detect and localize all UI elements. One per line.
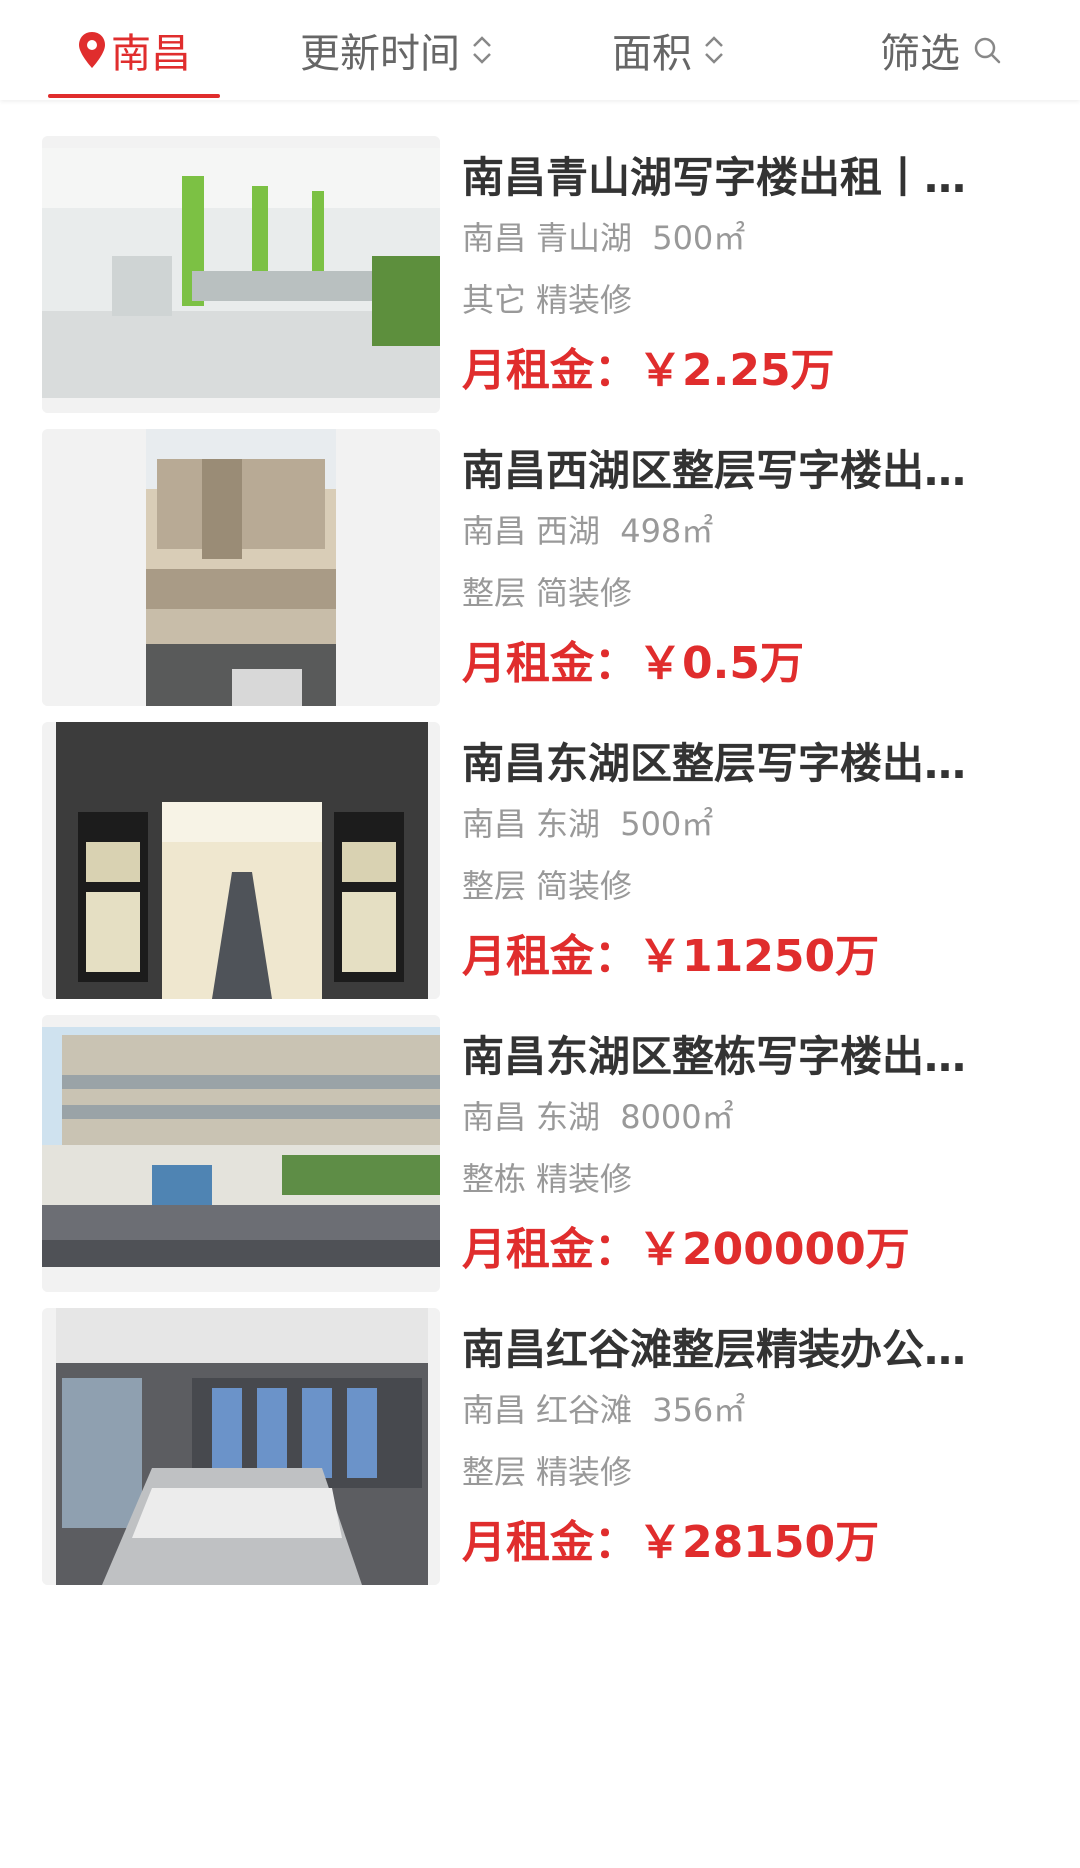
listing-type: 整层 [462,1453,527,1491]
listing-district: 东湖 [536,1098,601,1136]
listing-decoration: 简装修 [536,867,633,905]
listing-city: 南昌 [462,512,527,550]
listing-city: 南昌 [462,219,527,257]
price-value: ￥2.25万 [638,345,835,396]
listing-card[interactable]: 南昌红谷滩整层精装办公… 南昌 红谷滩 356㎡ 整层 精装修 月租金：￥28150… [0,1272,1080,1621]
listing-photo[interactable] [42,429,440,706]
location-pin-icon [79,32,105,68]
listing-photo[interactable] [42,722,440,999]
listing-type: 其它 [462,281,527,319]
listing-city: 南昌 [462,1391,527,1429]
listing-district: 青山湖 [536,219,633,257]
listing-district: 东湖 [536,805,601,843]
listing-type: 整层 [462,574,527,612]
listing-price: 月租金：￥28150万 [462,1508,879,1578]
price-label: 月租金： [462,931,638,982]
listing-area: 500㎡ [652,219,746,257]
price-label: 月租金： [462,638,638,689]
listing-title[interactable]: 南昌东湖区整栋写字楼出… [462,1027,1002,1087]
price-label: 月租金： [462,1224,638,1275]
tab-update-time-label: 更新时间 [300,31,460,77]
meeting-room-photo [42,1308,440,1585]
price-label: 月租金： [462,1517,638,1568]
tab-area[interactable]: 面积 [612,0,726,100]
tab-filter[interactable]: 筛选 [880,0,1002,100]
listing-district: 西湖 [536,512,601,550]
price-value: ￥11250万 [638,931,880,982]
listing-title[interactable]: 南昌东湖区整层写字楼出… [462,734,1002,794]
listing-area: 8000㎡ [620,1098,734,1136]
listing-attributes: 整层 精装修 [462,1450,1022,1494]
listing-type: 整层 [462,867,527,905]
price-value: ￥200000万 [638,1224,910,1275]
office-building-photo [42,1015,440,1292]
listing-area: 356㎡ [652,1391,746,1429]
price-value: ￥0.5万 [638,638,804,689]
listing-attributes: 整层 简装修 [462,864,1022,908]
listing-location: 南昌 东湖 8000㎡ [462,1095,1022,1139]
listing-title[interactable]: 南昌西湖区整层写字楼出… [462,441,1002,501]
listing-district: 红谷滩 [536,1391,633,1429]
sort-arrows-icon [705,36,723,64]
listing-location: 南昌 红谷滩 356㎡ [462,1388,1022,1432]
filter-bar: 南昌 更新时间 面积 筛选 [0,0,1080,100]
listing-attributes: 其它 精装修 [462,278,1022,322]
listing-decoration: 简装修 [536,574,633,612]
price-value: ￥28150万 [638,1517,880,1568]
listing-photo[interactable] [42,1308,440,1585]
listing-city: 南昌 [462,805,527,843]
tab-update-time[interactable]: 更新时间 [300,0,494,100]
listing-decoration: 精装修 [536,1453,633,1491]
active-tab-indicator [48,94,220,98]
listing-city: 南昌 [462,1098,527,1136]
sort-arrows-icon [473,36,491,64]
tab-city[interactable]: 南昌 [48,0,220,100]
tab-area-label: 面积 [612,31,692,77]
listing-location: 南昌 西湖 498㎡ [462,509,1022,553]
listing-title[interactable]: 南昌青山湖写字楼出租丨… [462,148,1002,208]
listing-location: 南昌 东湖 500㎡ [462,802,1022,846]
listing-photo[interactable] [42,1015,440,1292]
tab-city-label: 南昌 [111,31,191,77]
tab-filter-label: 筛选 [880,31,960,77]
listing-decoration: 精装修 [536,281,633,319]
price-label: 月租金： [462,345,638,396]
empty-room-photo [42,722,440,999]
search-icon [974,37,1001,64]
listing-area: 498㎡ [620,512,714,550]
listing-title[interactable]: 南昌红谷滩整层精装办公… [462,1320,1002,1380]
listing-area: 500㎡ [620,805,714,843]
listing-location: 南昌 青山湖 500㎡ [462,216,1022,260]
listing-attributes: 整栋 精装修 [462,1157,1022,1201]
listing-type: 整栋 [462,1160,527,1198]
listing-attributes: 整层 简装修 [462,571,1022,615]
building-facade-photo [42,429,440,706]
listing-photo[interactable] [42,136,440,413]
open-office-photo [42,136,440,413]
listing-decoration: 精装修 [536,1160,633,1198]
